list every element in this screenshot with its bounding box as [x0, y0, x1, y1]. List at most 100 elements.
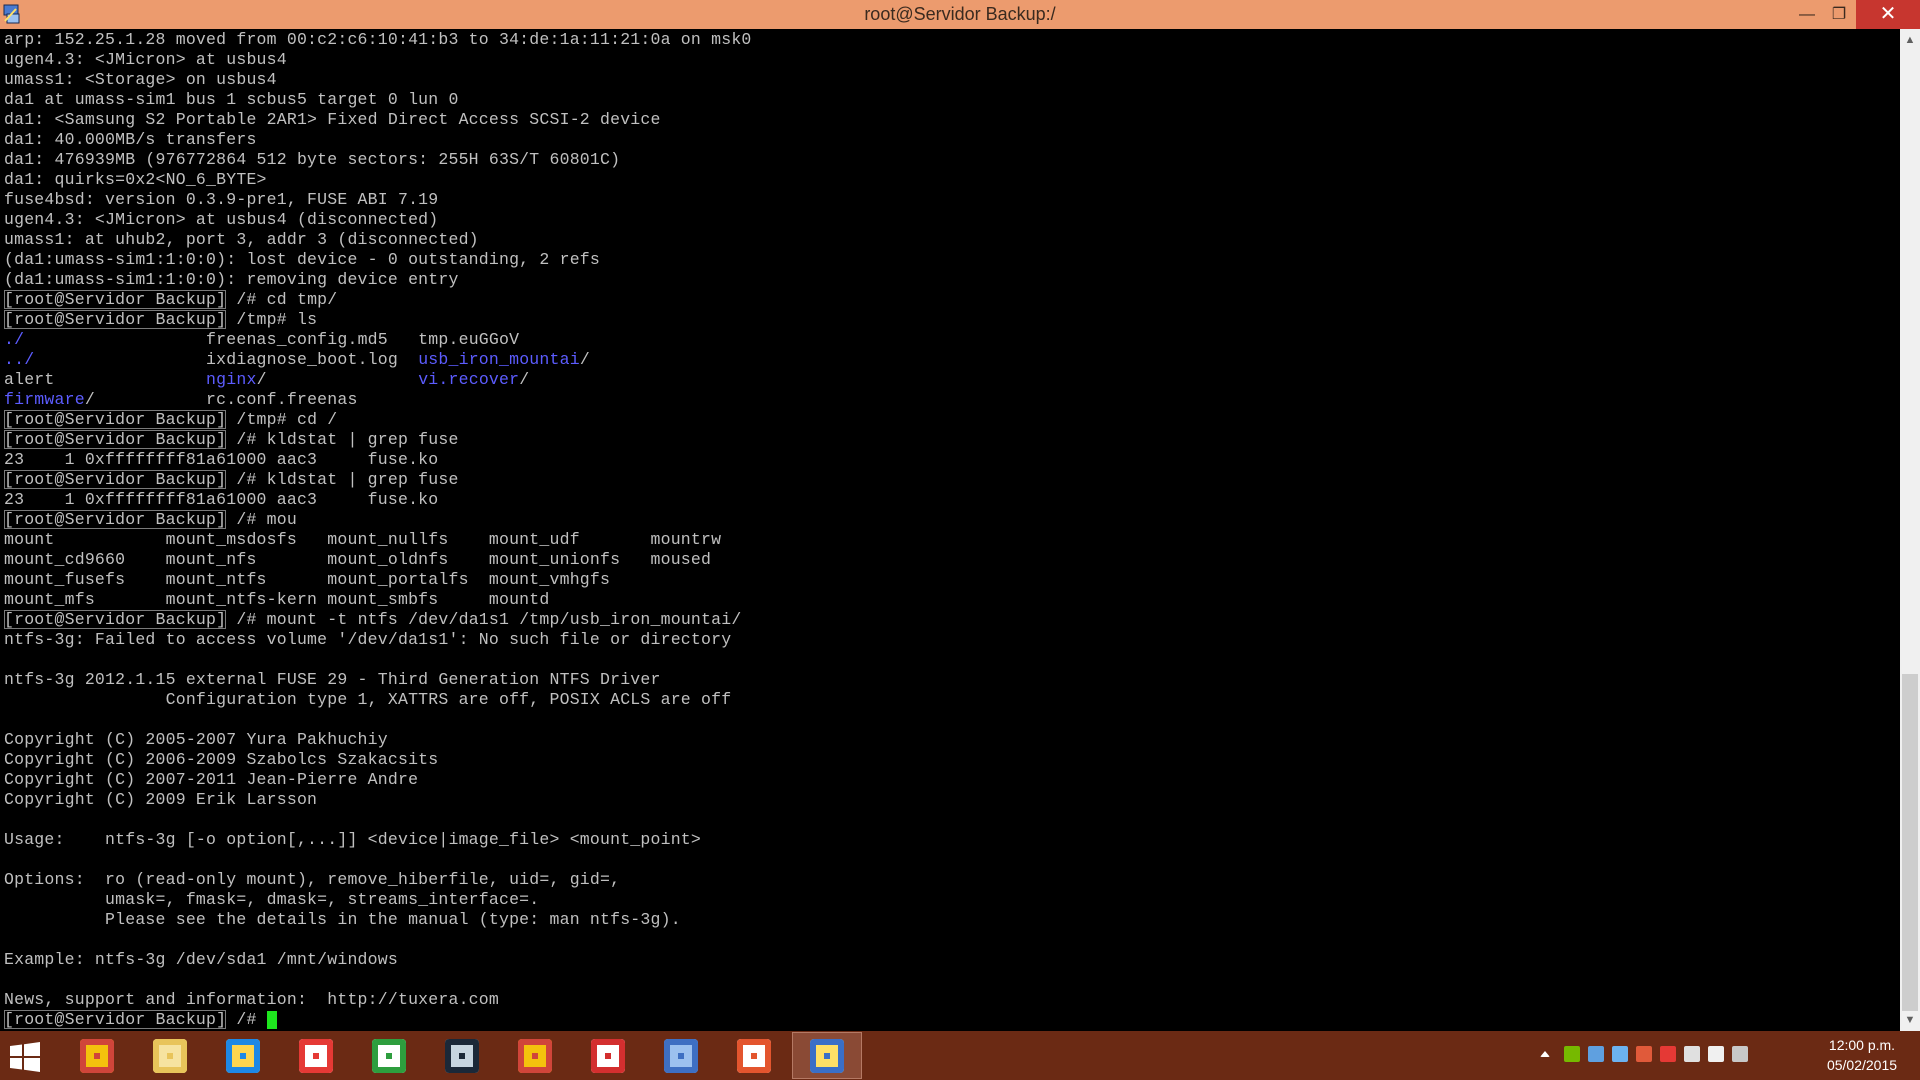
chrome-app-icon	[518, 1039, 552, 1073]
k-app-icon[interactable]	[1684, 1046, 1700, 1062]
taskbar-button[interactable]	[573, 1032, 643, 1079]
terminal-text: ixdiagnose_boot.log	[34, 350, 419, 369]
terminal-line: da1: 40.000MB/s transfers	[4, 130, 257, 150]
taskbar-button[interactable]	[62, 1032, 132, 1079]
terminal-text: da1: <Samsung S2 Portable 2AR1> Fixed Di…	[4, 110, 661, 129]
terminal-text: mount_mfs mount_ntfs-kern mount_smbfs mo…	[4, 590, 550, 609]
prompt-label: [root@Servidor Backup]	[4, 510, 227, 529]
terminal-text: (da1:umass-sim1:1:0:0): lost device - 0 …	[4, 250, 600, 269]
scroll-down-button[interactable]: ▼	[1900, 1011, 1920, 1029]
directory-name: vi.recover	[418, 370, 520, 389]
terminal-line: [root@Servidor Backup] /#	[4, 1010, 277, 1030]
network-icon[interactable]	[1732, 1046, 1748, 1062]
terminal-text: freenas_config.md5 tmp.euGGoV	[24, 330, 520, 349]
file-explorer-icon	[153, 1039, 187, 1073]
minimize-button[interactable]: —	[1796, 0, 1818, 29]
directory-name: usb_iron_mountai	[418, 350, 580, 369]
terminal-text: Example: ntfs-3g /dev/sda1 /mnt/windows	[4, 950, 398, 969]
directory-name: ../	[4, 350, 35, 369]
terminal-text: /#	[226, 1010, 267, 1029]
taskbar-button[interactable]	[646, 1032, 716, 1079]
taskbar-button[interactable]	[208, 1032, 278, 1079]
terminal-text: Options: ro (read-only mount), remove_hi…	[4, 870, 621, 889]
terminal-line: da1 at umass-sim1 bus 1 scbus5 target 0 …	[4, 90, 459, 110]
scroll-up-button[interactable]: ▲	[1900, 31, 1920, 49]
terminal-text: ugen4.3: <JMicron> at usbus4 (disconnect…	[4, 210, 439, 229]
terminal-line: ntfs-3g 2012.1.15 external FUSE 29 - Thi…	[4, 670, 661, 690]
terminal-output[interactable]: arp: 152.25.1.28 moved from 00:c2:c6:10:…	[0, 29, 1900, 1031]
windows-start-icon[interactable]	[10, 1042, 40, 1072]
terminal-cursor	[266, 1010, 277, 1029]
terminal-line: ugen4.3: <JMicron> at usbus4 (disconnect…	[4, 210, 438, 230]
taskbar-button[interactable]	[135, 1032, 205, 1079]
maximize-button[interactable]: ❐	[1828, 0, 1850, 29]
terminal-text: umass1: <Storage> on usbus4	[4, 70, 277, 89]
nvidia-icon[interactable]	[1564, 1046, 1580, 1062]
show-hidden-icons-icon[interactable]	[1540, 1051, 1550, 1057]
internet-explorer-icon	[226, 1039, 260, 1073]
prompt-label: [root@Servidor Backup]	[4, 1010, 227, 1029]
terminal-line: ../ ixdiagnose_boot.log usb_iron_mountai…	[4, 350, 590, 370]
terminal-text: / rc.conf.freenas	[84, 390, 358, 409]
terminal-line: [root@Servidor Backup] /# cd tmp/	[4, 290, 337, 310]
terminal-text: da1: 40.000MB/s transfers	[4, 130, 257, 149]
terminal-line: [root@Servidor Backup] /# kldstat | grep…	[4, 430, 459, 450]
terminal-text: mount mount_msdosfs mount_nullfs mount_u…	[4, 530, 722, 549]
directory-name: nginx	[206, 370, 257, 389]
terminal-line: 23 1 0xffffffff81a61000 aac3 fuse.ko	[4, 450, 438, 470]
terminal-text: /	[519, 370, 530, 389]
terminal-text: /# mount -t ntfs /dev/da1s1 /tmp/usb_iro…	[226, 610, 742, 629]
terminal-text: /	[579, 350, 590, 369]
vertical-scrollbar[interactable]: ▲ ▼	[1900, 29, 1920, 1031]
terminal-text: /tmp# cd /	[226, 410, 338, 429]
terminal-text: 23 1 0xffffffff81a61000 aac3 fuse.ko	[4, 450, 439, 469]
terminal-text: da1 at umass-sim1 bus 1 scbus5 target 0 …	[4, 90, 459, 109]
window-title: root@Servidor Backup:/	[864, 4, 1056, 24]
terminal-line: ugen4.3: <JMicron> at usbus4	[4, 50, 287, 70]
battery-icon[interactable]	[1708, 1046, 1724, 1062]
taskbar-button[interactable]	[281, 1032, 351, 1079]
taskbar-button[interactable]	[354, 1032, 424, 1079]
terminal-line: mount mount_msdosfs mount_nullfs mount_u…	[4, 530, 721, 550]
terminal-text: Copyright (C) 2007-2011 Jean-Pierre Andr…	[4, 770, 419, 789]
monitor-icon[interactable]	[1588, 1046, 1604, 1062]
terminal-line: [root@Servidor Backup] /tmp# cd /	[4, 410, 337, 430]
store-icon	[372, 1039, 406, 1073]
close-button[interactable]: ✕	[1856, 0, 1920, 29]
prompt-label: [root@Servidor Backup]	[4, 430, 227, 449]
terminal-text: ntfs-3g: Failed to access volume '/dev/d…	[4, 630, 732, 649]
terminal-line: Copyright (C) 2005-2007 Yura Pakhuchiy	[4, 730, 388, 750]
terminal-line: Please see the details in the manual (ty…	[4, 910, 681, 930]
taskbar-button[interactable]	[719, 1032, 789, 1079]
prompt-label: [root@Servidor Backup]	[4, 310, 227, 329]
taskbar-button[interactable]	[500, 1032, 570, 1079]
prompt-label: [root@Servidor Backup]	[4, 610, 227, 629]
terminal-line: 23 1 0xffffffff81a61000 aac3 fuse.ko	[4, 490, 438, 510]
terminal-text: da1: quirks=0x2<NO_6_BYTE>	[4, 170, 267, 189]
taskbar: 12:00 p.m. 05/02/2015	[0, 1031, 1920, 1080]
terminal-line: (da1:umass-sim1:1:0:0): lost device - 0 …	[4, 250, 600, 270]
terminal-line: da1: <Samsung S2 Portable 2AR1> Fixed Di…	[4, 110, 661, 130]
terminal-line: alert nginx/ vi.recover/	[4, 370, 529, 390]
terminal-line: mount_fusefs mount_ntfs mount_portalfs m…	[4, 570, 610, 590]
terminal-text: umass1: at uhub2, port 3, addr 3 (discon…	[4, 230, 479, 249]
putty-icon	[810, 1039, 844, 1073]
warning-icon[interactable]	[1660, 1046, 1676, 1062]
terminal-line: firmware/ rc.conf.freenas	[4, 390, 358, 410]
terminal-text: /# cd tmp/	[226, 290, 338, 309]
scroll-thumb[interactable]	[1902, 674, 1918, 1011]
terminal-line: Example: ntfs-3g /dev/sda1 /mnt/windows	[4, 950, 398, 970]
terminal-text: umask=, fmask=, dmask=, streams_interfac…	[4, 890, 540, 909]
terminal-line: umass1: <Storage> on usbus4	[4, 70, 277, 90]
taskbar-button[interactable]	[792, 1032, 862, 1079]
taskbar-clock[interactable]: 12:00 p.m. 05/02/2015	[1812, 1035, 1912, 1075]
terminal-line: ntfs-3g: Failed to access volume '/dev/d…	[4, 630, 731, 650]
network-tray-icon[interactable]	[1612, 1046, 1628, 1062]
terminal-line: [root@Servidor Backup] /# mount -t ntfs …	[4, 610, 741, 630]
terminal-line: [root@Servidor Backup] /# kldstat | grep…	[4, 470, 459, 490]
volume-icon[interactable]	[1636, 1046, 1652, 1062]
terminal-line: News, support and information: http://tu…	[4, 990, 499, 1010]
taskbar-button[interactable]	[427, 1032, 497, 1079]
terminal-line: fuse4bsd: version 0.3.9-pre1, FUSE ABI 7…	[4, 190, 438, 210]
window-titlebar[interactable]: root@Servidor Backup:/ — ❐ ✕	[0, 0, 1920, 29]
